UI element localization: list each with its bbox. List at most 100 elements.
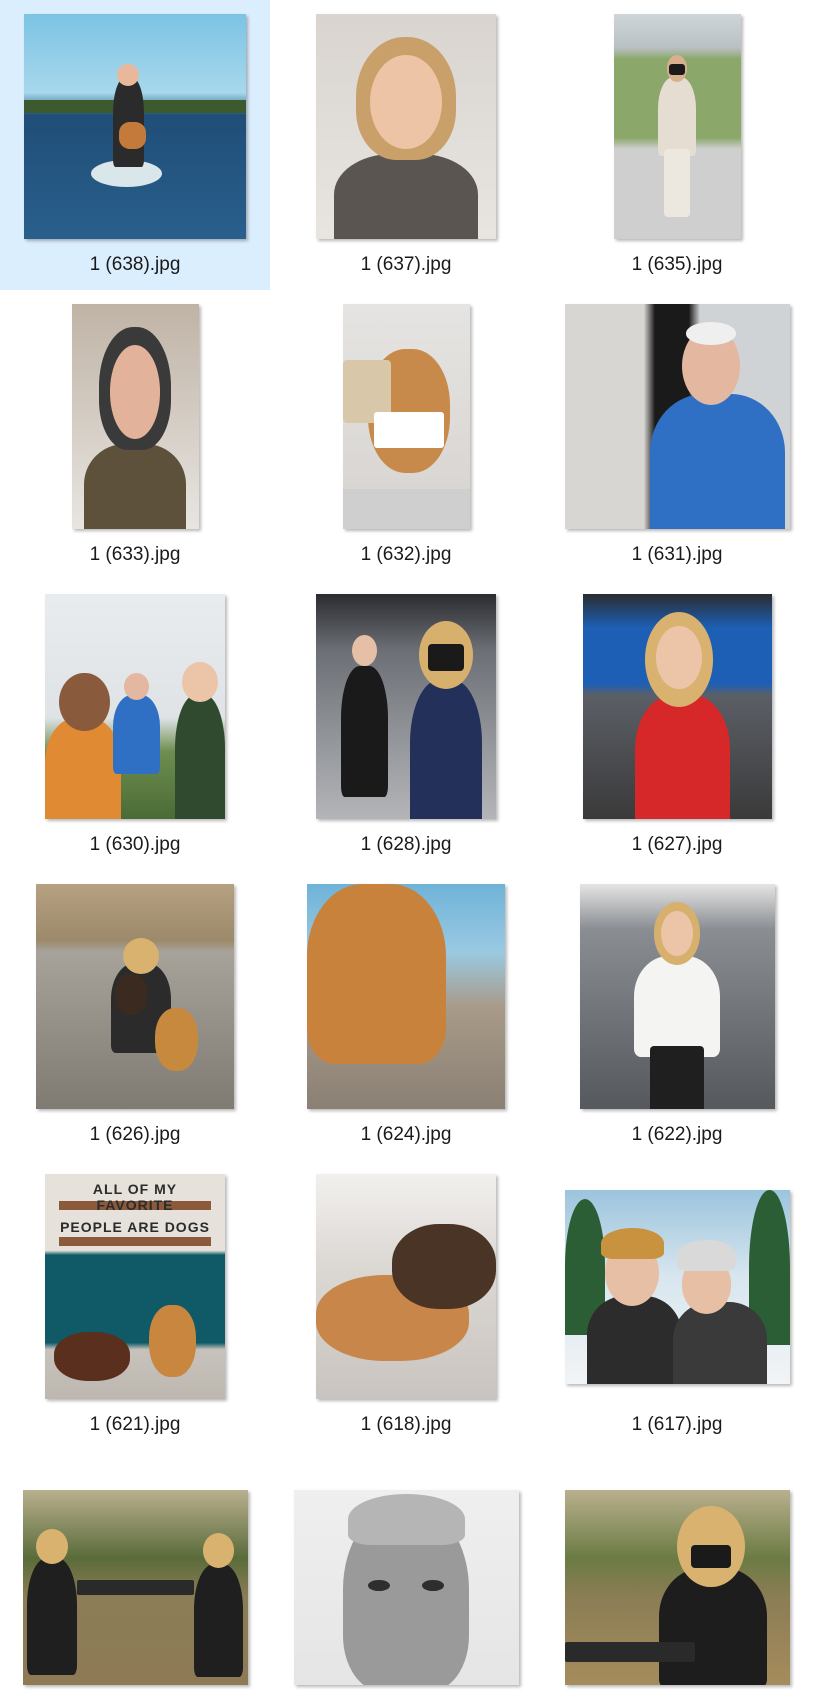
dog-dark xyxy=(391,1223,496,1309)
sign-line-2: PEOPLE ARE DOGS xyxy=(60,1219,210,1235)
dog xyxy=(307,884,446,1064)
image-thumbnail[interactable] xyxy=(71,304,199,529)
dog xyxy=(154,1007,199,1071)
image-thumbnail[interactable] xyxy=(316,594,496,819)
mask xyxy=(427,643,464,671)
image-thumbnail[interactable] xyxy=(24,14,246,239)
thumbnail-frame xyxy=(542,584,812,829)
hair-left xyxy=(36,1529,68,1565)
file-name-label[interactable]: 1 (624).jpg xyxy=(271,1124,541,1146)
person-left xyxy=(27,1558,77,1676)
file-name-label[interactable]: 1 (618).jpg xyxy=(271,1414,541,1436)
image-thumbnail[interactable] xyxy=(342,304,470,529)
white-blouse xyxy=(634,956,720,1058)
thumbnail-frame xyxy=(542,1164,812,1409)
image-thumbnail[interactable] xyxy=(582,594,772,819)
blue-shirt xyxy=(113,695,161,774)
file-name-label[interactable]: 1 (632).jpg xyxy=(271,544,541,566)
file-item[interactable]: 1 (618).jpg xyxy=(271,1160,541,1450)
white-hair xyxy=(686,322,736,345)
file-name-label[interactable]: 1 (638).jpg xyxy=(0,254,270,276)
hair xyxy=(123,938,159,974)
sequin-dress xyxy=(409,679,482,819)
sign-line-1: ALL OF MY FAVORITE xyxy=(92,1180,178,1213)
image-thumbnail[interactable] xyxy=(564,1189,790,1384)
file-name-label[interactable]: 1 (617).jpg xyxy=(542,1414,812,1436)
file-item[interactable]: 1 (628).jpg xyxy=(271,580,541,870)
file-item[interactable]: 1 (630).jpg xyxy=(0,580,270,870)
file-item[interactable]: 1 (633).jpg xyxy=(0,290,270,580)
file-item[interactable]: 1 (617).jpg xyxy=(542,1160,812,1450)
image-thumbnail[interactable] xyxy=(564,1490,790,1685)
file-name-label[interactable]: 1 (635).jpg xyxy=(542,254,812,276)
thumbnail-frame xyxy=(271,584,541,829)
thumbnail-frame xyxy=(271,294,541,539)
thumbnail-frame xyxy=(271,4,541,249)
shelf-bottom xyxy=(59,1237,211,1246)
image-thumbnail[interactable] xyxy=(316,14,496,239)
image-thumbnail[interactable] xyxy=(293,1490,519,1685)
image-thumbnail[interactable] xyxy=(36,884,234,1109)
pants xyxy=(649,1046,705,1109)
dog-brown xyxy=(54,1331,130,1381)
file-name-label[interactable]: 1 (631).jpg xyxy=(542,544,812,566)
file-item[interactable]: ALL OF MY FAVORITE PEOPLE ARE DOGS 1 (621)… xyxy=(0,1160,270,1450)
tuxedo xyxy=(341,666,388,797)
file-name-label[interactable]: 1 (627).jpg xyxy=(542,834,812,856)
image-thumbnail[interactable] xyxy=(564,304,790,529)
head-right xyxy=(181,661,218,702)
green-coat xyxy=(174,695,225,819)
jacket xyxy=(657,77,697,156)
thumbnail-frame xyxy=(542,874,812,1119)
file-name-label[interactable]: 1 (628).jpg xyxy=(271,834,541,856)
file-item[interactable]: 1 (632).jpg xyxy=(271,290,541,580)
pants xyxy=(664,149,690,217)
thumbnail-frame: ALL OF MY FAVORITE PEOPLE ARE DOGS xyxy=(0,1164,270,1409)
file-item[interactable] xyxy=(271,1450,541,1701)
picnic-table xyxy=(76,1579,194,1596)
file-name-label[interactable]: 1 (626).jpg xyxy=(0,1124,270,1146)
hair-right xyxy=(202,1532,234,1568)
image-thumbnail[interactable] xyxy=(307,884,505,1109)
thumbnail-frame xyxy=(0,874,270,1119)
file-item[interactable]: 1 (624).jpg xyxy=(271,870,541,1160)
file-item[interactable]: 1 (635).jpg xyxy=(542,0,812,290)
face xyxy=(109,344,161,439)
image-thumbnail[interactable] xyxy=(316,1174,496,1399)
file-item[interactable]: 1 (637).jpg xyxy=(271,0,541,290)
file-name-label[interactable]: 1 (630).jpg xyxy=(0,834,270,856)
file-item[interactable] xyxy=(542,1450,812,1701)
thumbnail-frame xyxy=(542,4,812,249)
blue-shirt xyxy=(650,394,785,529)
thumbnail-frame xyxy=(271,1164,541,1409)
dog xyxy=(119,122,147,149)
thumbnail-frame xyxy=(542,294,812,539)
file-item[interactable]: 1 (622).jpg xyxy=(542,870,812,1160)
file-name-label[interactable]: 1 (621).jpg xyxy=(0,1414,270,1436)
file-item[interactable] xyxy=(0,1450,270,1701)
thumbnail-frame xyxy=(542,1490,812,1701)
thumbnail-frame xyxy=(271,874,541,1119)
file-name-label[interactable]: 1 (637).jpg xyxy=(271,254,541,276)
image-thumbnail[interactable] xyxy=(45,594,225,819)
orange-jacket xyxy=(45,717,121,819)
file-item[interactable]: 1 (638).jpg xyxy=(0,0,270,290)
file-item[interactable]: 1 (627).jpg xyxy=(542,580,812,870)
file-name-label[interactable]: 1 (622).jpg xyxy=(542,1124,812,1146)
beanie-left xyxy=(600,1228,664,1260)
file-item[interactable]: 1 (631).jpg xyxy=(542,290,812,580)
image-thumbnail[interactable]: ALL OF MY FAVORITE PEOPLE ARE DOGS xyxy=(45,1174,225,1399)
file-name-label[interactable]: 1 (633).jpg xyxy=(0,544,270,566)
beanie-right xyxy=(677,1239,736,1271)
shirt xyxy=(334,153,478,239)
mask xyxy=(669,63,685,75)
dog-dark xyxy=(115,974,147,1015)
image-thumbnail[interactable] xyxy=(613,14,741,239)
picnic-table xyxy=(564,1642,695,1662)
jacket-left xyxy=(587,1296,682,1384)
image-thumbnail[interactable] xyxy=(22,1490,248,1685)
shirt xyxy=(84,443,186,529)
thumbnail-frame xyxy=(271,1490,541,1701)
image-thumbnail[interactable] xyxy=(579,884,775,1109)
file-item[interactable]: 1 (626).jpg xyxy=(0,870,270,1160)
